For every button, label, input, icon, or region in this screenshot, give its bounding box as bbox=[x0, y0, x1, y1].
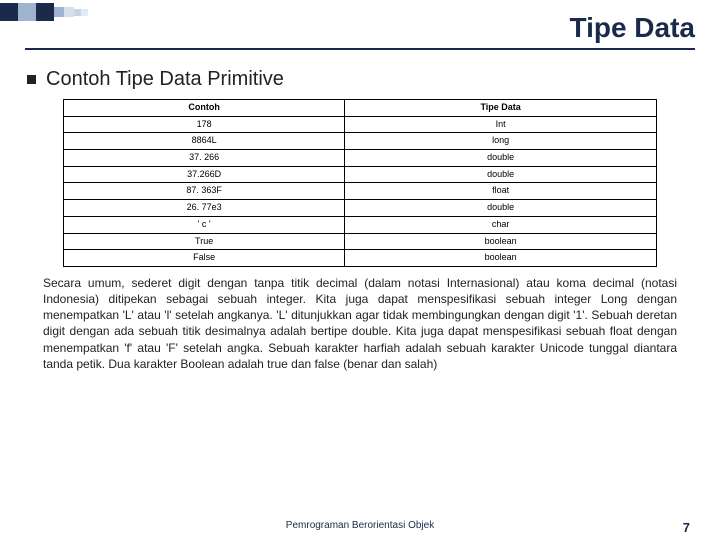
section-heading: Contoh Tipe Data Primitive bbox=[25, 68, 695, 91]
table-cell: False bbox=[64, 250, 345, 267]
footer: Pemrograman Berorientasi Objek 7 bbox=[0, 520, 720, 536]
page-title: Tipe Data bbox=[25, 0, 695, 48]
table-header-row: Contoh Tipe Data bbox=[64, 100, 657, 117]
table-row: ' c 'char bbox=[64, 216, 657, 233]
examples-table: Contoh Tipe Data 178Int8864Llong37. 266d… bbox=[63, 99, 657, 267]
table-cell: char bbox=[345, 216, 657, 233]
table-row: Trueboolean bbox=[64, 233, 657, 250]
table-cell: 87. 363F bbox=[64, 183, 345, 200]
table-cell: long bbox=[345, 133, 657, 150]
table-row: 87. 363Ffloat bbox=[64, 183, 657, 200]
table-cell: 8864L bbox=[64, 133, 345, 150]
table-row: 8864Llong bbox=[64, 133, 657, 150]
table-cell: double bbox=[345, 150, 657, 167]
col-tipedata: Tipe Data bbox=[345, 100, 657, 117]
table-cell: 178 bbox=[64, 116, 345, 133]
table-cell: boolean bbox=[345, 250, 657, 267]
table-cell: boolean bbox=[345, 233, 657, 250]
table-row: Falseboolean bbox=[64, 250, 657, 267]
table-cell: 37. 266 bbox=[64, 150, 345, 167]
bullet-icon bbox=[27, 75, 36, 84]
table-cell: 26. 77e3 bbox=[64, 200, 345, 217]
table-cell: ' c ' bbox=[64, 216, 345, 233]
section-heading-text: Contoh Tipe Data Primitive bbox=[46, 68, 284, 91]
body-paragraph: Secara umum, sederet digit dengan tanpa … bbox=[25, 267, 695, 372]
table-row: 37. 266double bbox=[64, 150, 657, 167]
title-rule bbox=[25, 48, 695, 50]
table-cell: double bbox=[345, 166, 657, 183]
table-cell: Int bbox=[345, 116, 657, 133]
col-contoh: Contoh bbox=[64, 100, 345, 117]
table-row: 37.266Ddouble bbox=[64, 166, 657, 183]
table-cell: True bbox=[64, 233, 345, 250]
table-cell: 37.266D bbox=[64, 166, 345, 183]
table-cell: float bbox=[345, 183, 657, 200]
table-cell: double bbox=[345, 200, 657, 217]
footer-page: 7 bbox=[683, 520, 690, 535]
table-row: 26. 77e3double bbox=[64, 200, 657, 217]
table-row: 178Int bbox=[64, 116, 657, 133]
footer-title: Pemrograman Berorientasi Objek bbox=[286, 520, 434, 531]
